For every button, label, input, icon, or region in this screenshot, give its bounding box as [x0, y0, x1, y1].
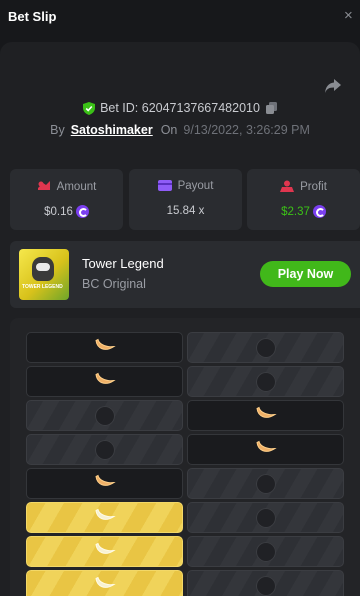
tower-tile — [187, 400, 344, 431]
tower-tile — [26, 400, 183, 431]
empty-slot-icon — [255, 473, 276, 494]
bet-byline: By Satoshimaker On 9/13/2022, 3:26:29 PM — [0, 123, 360, 137]
coin-icon — [75, 205, 89, 218]
banana-icon — [94, 337, 116, 358]
game-card: TOWER LEGEND Tower Legend BC Original Pl… — [10, 241, 360, 308]
tower-tile — [187, 366, 344, 397]
empty-slot-icon — [255, 337, 276, 358]
empty-slot-icon — [94, 405, 115, 426]
tower-tile — [26, 366, 183, 397]
coin-icon — [312, 205, 326, 218]
banana-icon — [94, 541, 116, 562]
tower-tile — [26, 570, 183, 596]
by-label: By — [50, 123, 65, 137]
bet-slip-header: Bet Slip × — [0, 0, 360, 36]
amount-icon — [37, 181, 50, 190]
empty-slot-icon — [255, 541, 276, 562]
tower-tile — [187, 434, 344, 465]
bet-id-text: Bet ID: 62047137667482010 — [100, 101, 260, 115]
game-name: Tower Legend — [82, 256, 164, 271]
shield-check-icon — [83, 102, 96, 115]
tower-tile — [187, 502, 344, 533]
payout-label: Payout — [177, 180, 214, 192]
empty-slot-icon — [94, 439, 115, 460]
tower-tile — [187, 570, 344, 596]
game-thumbnail-text: TOWER LEGEND — [22, 284, 63, 290]
empty-slot-icon — [255, 507, 276, 528]
share-icon[interactable] — [324, 78, 342, 94]
play-now-button[interactable]: Play Now — [260, 261, 351, 287]
close-icon[interactable]: × — [344, 8, 353, 23]
banana-icon — [94, 371, 116, 392]
empty-slot-icon — [255, 575, 276, 596]
tower-tile — [26, 502, 183, 533]
on-label: On — [160, 123, 178, 137]
payout-value: 15.84 x — [166, 205, 205, 217]
game-provider: BC Original — [82, 277, 146, 291]
profit-value: $2.37 — [281, 206, 310, 218]
tower-tile — [26, 536, 183, 567]
tower-tile — [26, 332, 183, 363]
banana-icon — [94, 507, 116, 528]
profit-label: Profit — [300, 181, 327, 193]
player-name-link[interactable]: Satoshimaker — [71, 123, 153, 137]
tower-tile — [187, 332, 344, 363]
banana-icon — [94, 473, 116, 494]
bet-datetime: 9/13/2022, 3:26:29 PM — [183, 123, 310, 137]
amount-value: $0.16 — [44, 206, 73, 218]
banana-icon — [255, 405, 277, 426]
amount-label: Amount — [56, 181, 97, 193]
payout-card: Payout 15.84 x — [129, 169, 242, 230]
game-thumbnail[interactable]: TOWER LEGEND — [19, 249, 69, 300]
tower-tile — [187, 468, 344, 499]
profit-card: Profit $2.37 — [247, 169, 360, 230]
empty-slot-icon — [255, 371, 276, 392]
banana-icon — [255, 439, 277, 460]
profit-icon — [280, 180, 295, 192]
amount-card: Amount $0.16 — [10, 169, 123, 230]
payout-icon — [157, 180, 172, 191]
banana-icon — [94, 575, 116, 596]
tower-tile — [26, 468, 183, 499]
copy-icon[interactable] — [265, 102, 277, 114]
tower-tile — [26, 434, 183, 465]
tower-tile — [187, 536, 344, 567]
bet-slip-title: Bet Slip — [8, 9, 57, 24]
bet-id-line: Bet ID: 62047137667482010 — [0, 101, 360, 115]
